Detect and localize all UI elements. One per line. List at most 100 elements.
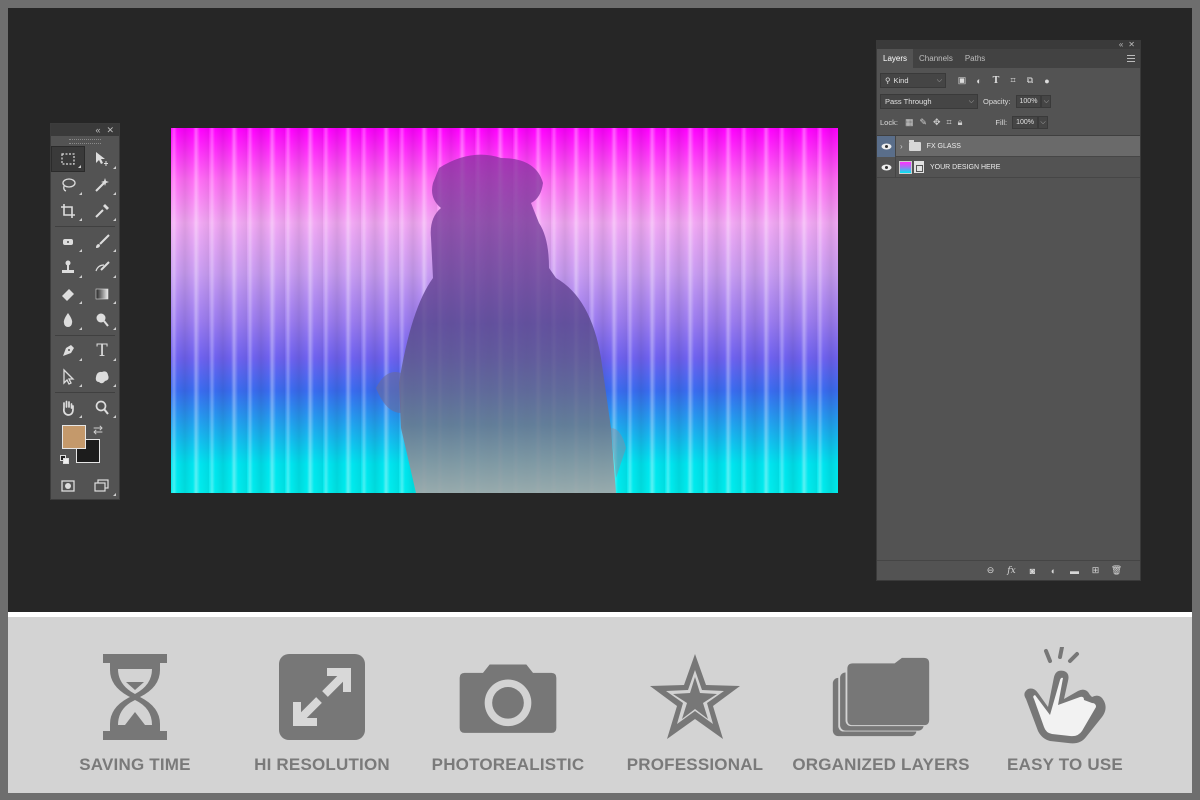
- opacity-field[interactable]: 100%: [1015, 95, 1042, 108]
- feature-photorealistic: PHOTOREALISTIC: [418, 647, 598, 775]
- silhouette-figure: [376, 154, 626, 493]
- marquee-icon: [61, 153, 75, 165]
- lock-label: Lock:: [880, 118, 898, 127]
- shape-filter-icon[interactable]: ⌗: [1008, 75, 1018, 86]
- feature-easy-to-use: EASY TO USE: [975, 647, 1155, 775]
- chevron-right-icon[interactable]: ›: [900, 142, 903, 151]
- lasso-tool[interactable]: [51, 172, 85, 198]
- dodge-icon: [96, 313, 109, 327]
- panel-tabs: Layers Channels Paths: [877, 49, 1140, 68]
- blend-mode-dropdown[interactable]: Pass Through ⌵: [880, 94, 978, 109]
- tab-paths[interactable]: Paths: [959, 49, 991, 68]
- new-group-icon[interactable]: ▬: [1069, 565, 1080, 576]
- feature-label: SAVING TIME: [79, 755, 191, 774]
- close-icon[interactable]: ✕: [1128, 41, 1135, 49]
- layer-row-fx-glass[interactable]: › FX GLASS: [877, 135, 1140, 157]
- magic-wand-icon: [95, 178, 109, 192]
- eyedropper-tool[interactable]: [85, 198, 119, 224]
- feature-label: EASY TO USE: [1007, 755, 1123, 774]
- add-mask-icon[interactable]: ◙: [1027, 565, 1038, 576]
- lock-all-icon[interactable]: 🔒︎: [958, 117, 963, 128]
- stacked-folders-icon: [832, 657, 930, 737]
- smart-object-icon: [914, 161, 924, 173]
- lock-artboard-icon[interactable]: ⌗: [947, 117, 952, 128]
- layer-name: YOUR DESIGN HERE: [930, 163, 1001, 171]
- crop-tool[interactable]: [51, 198, 85, 224]
- fill-field[interactable]: 100%: [1012, 116, 1038, 129]
- document-canvas[interactable]: [171, 128, 838, 493]
- brush-icon: [96, 234, 110, 248]
- lock-transparent-icon[interactable]: ▦: [905, 117, 914, 128]
- eyedropper-icon: [95, 204, 109, 218]
- layer-row-your-design-here[interactable]: YOUR DESIGN HERE: [877, 156, 1140, 178]
- smart-object-filter-icon[interactable]: ⧉: [1025, 75, 1035, 86]
- pixel-filter-icon[interactable]: ▣: [957, 75, 967, 86]
- collapse-icon[interactable]: «: [1119, 41, 1123, 49]
- history-brush-tool[interactable]: [85, 255, 119, 281]
- quick-mask-button[interactable]: [51, 473, 85, 499]
- adjustment-filter-icon[interactable]: ◐: [974, 76, 984, 86]
- magic-wand-tool[interactable]: [85, 172, 119, 198]
- brush-tool[interactable]: [85, 229, 119, 255]
- hand-tool[interactable]: [51, 395, 85, 421]
- filter-toggle-icon[interactable]: ●: [1042, 76, 1052, 86]
- chevron-down-icon: ⌵: [968, 98, 974, 105]
- type-filter-icon[interactable]: T: [991, 76, 1001, 86]
- swap-colors-icon[interactable]: ⇄: [93, 423, 103, 437]
- dodge-tool[interactable]: [85, 307, 119, 333]
- gradient-icon: [95, 288, 109, 300]
- pen-tool[interactable]: [51, 338, 85, 364]
- quick-mask-icon: [61, 480, 75, 492]
- folder-icon: [908, 139, 921, 151]
- feature-label: PHOTOREALISTIC: [431, 755, 585, 774]
- layer-name: FX GLASS: [926, 142, 961, 150]
- crop-icon: [61, 204, 75, 218]
- adjustment-layer-icon[interactable]: ◐: [1048, 565, 1059, 576]
- new-layer-icon[interactable]: ⊞: [1090, 565, 1101, 576]
- clone-stamp-tool[interactable]: [51, 255, 85, 281]
- delete-layer-icon[interactable]: 🗑︎: [1111, 565, 1122, 576]
- star-icon: [650, 654, 740, 739]
- close-icon[interactable]: ✕: [106, 125, 114, 136]
- collapse-icon[interactable]: «: [95, 125, 100, 135]
- filter-kind-value: Kind: [893, 76, 909, 85]
- panel-menu-icon[interactable]: [1127, 55, 1135, 62]
- chevron-down-icon: ⌵: [936, 77, 942, 84]
- lock-position-icon[interactable]: ✥: [933, 117, 941, 128]
- layers-panel: « ✕ Layers Channels Paths ⚲ Kind ⌵ ▣ ◐ T…: [876, 40, 1141, 581]
- visibility-toggle[interactable]: [877, 156, 896, 178]
- opacity-chevron-icon[interactable]: ⌵: [1041, 95, 1052, 108]
- tab-layers[interactable]: Layers: [877, 49, 914, 68]
- visibility-toggle[interactable]: [877, 135, 896, 157]
- feature-saving-time: SAVING TIME: [45, 647, 225, 775]
- lock-pixels-icon[interactable]: ✎: [919, 117, 927, 128]
- eraser-icon: [62, 289, 74, 301]
- layer-thumbnail: [899, 160, 912, 174]
- path-selection-tool[interactable]: [51, 364, 85, 390]
- spot-healing-tool[interactable]: [51, 229, 85, 255]
- tools-panel-titlebar[interactable]: « ✕: [51, 124, 119, 136]
- gradient-tool[interactable]: [85, 281, 119, 307]
- move-icon: [96, 152, 108, 166]
- eye-icon: [881, 164, 891, 170]
- move-tool[interactable]: [85, 146, 119, 172]
- foreground-color-swatch[interactable]: [62, 425, 86, 449]
- feature-label: HI RESOLUTION: [254, 755, 390, 774]
- fx-icon[interactable]: fx: [1006, 565, 1017, 576]
- eraser-tool[interactable]: [51, 281, 85, 307]
- default-colors-icon[interactable]: [60, 455, 70, 465]
- custom-shape-tool[interactable]: [85, 364, 119, 390]
- tab-channels[interactable]: Channels: [913, 49, 959, 68]
- link-layers-icon[interactable]: ⊖: [985, 565, 996, 576]
- tap-hand-icon: [1024, 647, 1106, 744]
- layers-panel-topbar[interactable]: « ✕: [877, 41, 1140, 49]
- blur-tool[interactable]: [51, 307, 85, 333]
- panel-grip[interactable]: [69, 139, 101, 144]
- type-tool[interactable]: T: [85, 338, 119, 364]
- screen-mode-button[interactable]: [85, 473, 119, 499]
- rectangular-marquee-tool[interactable]: [51, 146, 85, 172]
- zoom-tool[interactable]: [85, 395, 119, 421]
- filter-kind-dropdown[interactable]: ⚲ Kind ⌵: [880, 73, 946, 88]
- fill-chevron-icon[interactable]: ⌵: [1038, 116, 1048, 129]
- search-icon: ⚲: [885, 76, 891, 85]
